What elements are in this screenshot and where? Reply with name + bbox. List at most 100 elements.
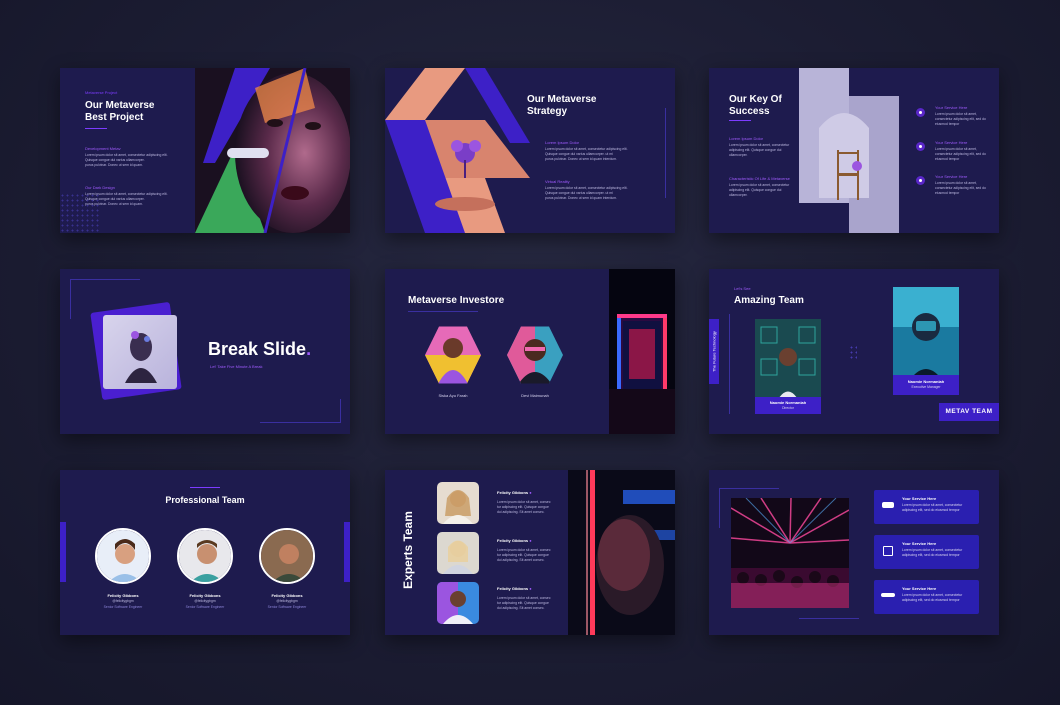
slide-key-of-success[interactable]: Our Key Of Success Lorem Ipsum Dolor Lore… xyxy=(709,68,999,233)
vr-headset-icon xyxy=(882,502,894,508)
side-divider xyxy=(665,108,666,198)
frame-line xyxy=(719,488,779,489)
frame-line xyxy=(799,618,859,619)
frame-line xyxy=(719,488,720,528)
slide-metaverse-investore[interactable]: Metaverse Investore Siska Ayu Farah Devi… xyxy=(385,269,675,434)
service-card[interactable]: Your Service Here Lorem ipsum dolor sit … xyxy=(874,535,979,569)
slide-kicker: Metaverse Project xyxy=(85,90,118,95)
drone-icon xyxy=(881,593,895,597)
member-handle: @felicitygbgm xyxy=(112,599,134,603)
slide-professional-team[interactable]: Professional Team Felicity Gibbons @feli… xyxy=(60,470,350,635)
expert-photo xyxy=(437,532,479,574)
section-body: Lorem ipsum dolor sit amet, consectetur a… xyxy=(729,183,790,197)
item-bullet-icon xyxy=(916,142,925,151)
dot-pattern xyxy=(849,345,857,361)
section-body: Lorem ipsum dolor sit amet, consectetur … xyxy=(85,153,168,167)
expert-text: Lorem ipsum dolor sit amet, consec tur ad… xyxy=(497,596,551,610)
expert-name: Felicity Gibbons ● xyxy=(497,490,532,495)
expert-name: Felicity Gibbons ● xyxy=(497,538,532,543)
member-role: Executive Manager xyxy=(911,385,941,389)
header-line xyxy=(408,311,478,312)
item-text: Lorem ipsum dolor sit amet, consectetur a… xyxy=(935,181,986,195)
section-heading: Lorem Ipsum Dolor xyxy=(545,140,580,145)
team-member-photo xyxy=(95,528,151,584)
neon-doorway-image xyxy=(609,269,675,434)
section-body: Lorem ipsum dolor sit amet, consectetur … xyxy=(545,147,628,161)
slide-amazing-team[interactable]: Let's See Amazing Team The Future Techno… xyxy=(709,269,999,434)
item-text: Lorem ipsum dolor sit amet, consectetur a… xyxy=(935,147,986,161)
section-heading: Characteristic Of Life & Metaverse xyxy=(729,176,790,181)
service-card[interactable]: Your Service Here Lorem ipsum dolor sit … xyxy=(874,580,979,614)
abstract-shapes-image xyxy=(385,68,530,233)
chip-icon xyxy=(883,546,893,556)
frame-line xyxy=(70,279,140,280)
member-name: Felicity Gibbons xyxy=(189,593,221,598)
service-label: Your Service Here xyxy=(902,586,937,591)
statue-image xyxy=(103,315,177,389)
member-handle: @felicitygbgm xyxy=(276,599,298,603)
slide-metaverse-strategy[interactable]: Our Metaverse Strategy Lorem Ipsum Dolor … xyxy=(385,68,675,233)
service-label: Your Service Here xyxy=(902,496,937,501)
item-label: Your Service Here xyxy=(935,105,968,110)
slide-break[interactable]: Break Slide. Let' Take Five Minute A Bre… xyxy=(60,269,350,434)
service-text: Lorem ipsum dolor sit amet, consectetur a… xyxy=(902,503,963,512)
section-body: Lorem ipsum dolor sit amet, consectetur a… xyxy=(729,143,790,157)
side-accent xyxy=(344,522,350,582)
slide-title: Our Key Of Success xyxy=(729,94,782,117)
slide-title: Our Metaverse Strategy xyxy=(527,94,597,117)
slide-services[interactable]: Your Service Here Lorem ipsum dolor sit … xyxy=(709,470,999,635)
expert-text: Lorem ipsum dolor sit amet, consec tur ad… xyxy=(497,548,551,562)
team-member-photo xyxy=(177,528,233,584)
slide-title: Amazing Team xyxy=(734,295,804,306)
vertical-tag: The Future Technology xyxy=(709,319,719,384)
side-accent xyxy=(60,522,66,582)
item-bullet-icon xyxy=(916,108,925,117)
frame-line xyxy=(260,422,340,423)
expert-photo xyxy=(437,482,479,524)
expert-name: Felicity Gibbons ● xyxy=(497,586,532,591)
slide-title: Metaverse Investore xyxy=(408,295,505,306)
slide-title: Professional Team xyxy=(165,495,245,505)
investor-photo xyxy=(425,326,481,384)
chair-image xyxy=(799,68,899,233)
section-heading: Our Dark Design xyxy=(85,185,115,190)
item-text: Lorem ipsum dolor sit amet, consectetur a… xyxy=(935,112,986,126)
item-label: Your Service Here xyxy=(935,140,968,145)
member-handle: @felicitygbgm xyxy=(194,599,216,603)
slide-title: Break Slide. xyxy=(208,339,312,359)
neon-portrait-image xyxy=(568,470,675,635)
member-role: Director xyxy=(782,406,794,410)
service-card[interactable]: Your Service Here Lorem ipsum dolor sit … xyxy=(874,490,979,524)
member-role: Senior Software Engineer xyxy=(267,605,307,609)
slide-subtitle: Let' Take Five Minute A Break xyxy=(210,364,263,369)
expert-photo xyxy=(437,582,479,624)
title-underline xyxy=(85,128,107,129)
member-role: Senior Software Engineer xyxy=(103,605,143,609)
team-badge: METAV TEAM xyxy=(939,403,999,421)
member-role: Senior Software Engineer xyxy=(185,605,225,609)
investor-photo xyxy=(507,326,563,384)
portrait-photo xyxy=(195,68,350,233)
service-label: Your Service Here xyxy=(902,541,937,546)
member-name: Naomie Normaniah xyxy=(907,379,945,384)
item-label: Your Service Here xyxy=(935,174,968,179)
frame-line xyxy=(729,314,730,414)
team-member-photo xyxy=(259,528,315,584)
slide-title: Our Metaverse Best Project xyxy=(85,100,155,123)
frame-line xyxy=(70,279,71,319)
section-body: Lorem ipsum dolor sit amet, consectetur … xyxy=(545,186,628,200)
section-heading: Virtual Reality xyxy=(545,179,570,184)
section-body: Lorem ipsum dolor sit amet, consectetur … xyxy=(85,192,168,206)
slide-experts-team[interactable]: Experts Team Felicity Gibbons ● Lorem ip… xyxy=(385,470,675,635)
title-underline xyxy=(729,120,751,121)
slide-kicker xyxy=(190,487,220,488)
member-name: Felicity Gibbons xyxy=(107,593,139,598)
service-text: Lorem ipsum dolor sit amet, consectetur a… xyxy=(902,593,963,602)
member-name: Felicity Gibbons xyxy=(271,593,303,598)
expert-text: Lorem ipsum dolor sit amet, consec tur ad… xyxy=(497,500,551,514)
slide-metaverse-best-project[interactable]: Metaverse Project Our Metaverse Best Proj… xyxy=(60,68,350,233)
slide-kicker: Let's See xyxy=(734,286,751,291)
member-name: Naomie Normaniah xyxy=(769,400,807,405)
slide-title: Experts Team xyxy=(401,511,415,589)
neon-crowd-image xyxy=(731,498,849,608)
